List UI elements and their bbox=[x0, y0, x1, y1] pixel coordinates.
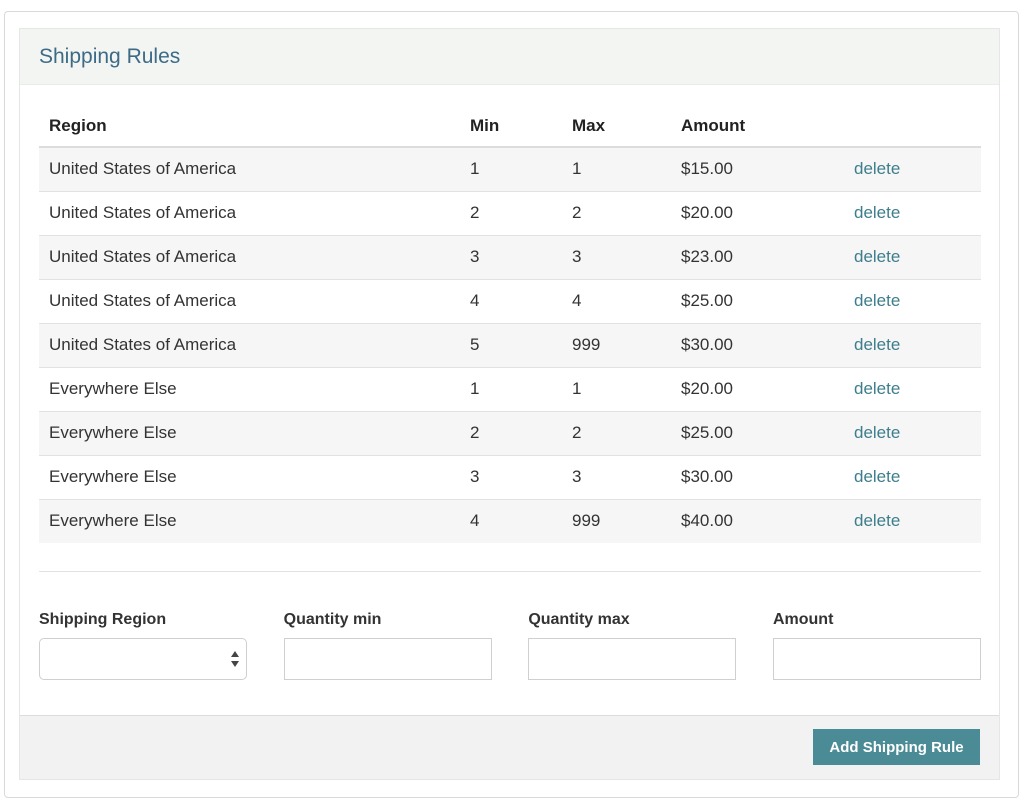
cell-region: United States of America bbox=[39, 278, 460, 323]
cell-amount: $25.00 bbox=[671, 410, 844, 455]
up-down-arrows-icon bbox=[230, 651, 239, 667]
quantity-min-input[interactable] bbox=[283, 638, 492, 680]
cell-min: 2 bbox=[460, 410, 562, 455]
cell-region: United States of America bbox=[39, 190, 460, 235]
header-amount: Amount bbox=[671, 107, 844, 148]
cell-min: 4 bbox=[460, 278, 562, 323]
cell-amount: $40.00 bbox=[671, 498, 844, 543]
delete-link[interactable]: delete bbox=[854, 159, 900, 178]
shipping-region-group: Shipping Region bbox=[39, 611, 247, 680]
cell-max: 3 bbox=[562, 454, 671, 499]
panel-footer: Add Shipping Rule bbox=[20, 715, 999, 779]
table-row: United States of America 2 2 $20.00 delete bbox=[39, 190, 981, 235]
cell-max: 999 bbox=[562, 322, 671, 367]
cell-amount: $15.00 bbox=[681, 159, 733, 179]
cell-amount: $23.00 bbox=[671, 234, 844, 279]
table-row: Everywhere Else 2 2 $25.00 delete bbox=[39, 410, 981, 455]
cell-actions: delete bbox=[844, 147, 981, 191]
header-actions bbox=[844, 107, 981, 148]
quantity-max-label: Quantity max bbox=[528, 611, 630, 628]
delete-link[interactable]: delete bbox=[854, 379, 900, 398]
cell-min: 5 bbox=[460, 322, 562, 367]
cell-amount: $25.00 bbox=[671, 278, 844, 323]
table-row: United States of America 5 999 $30.00 delete bbox=[39, 322, 981, 367]
panel-header: Shipping Rules bbox=[20, 29, 999, 85]
table-row: United States of America 4 4 $25.00 delete bbox=[39, 278, 981, 323]
cell-min: 4 bbox=[460, 498, 562, 543]
amount-input[interactable] bbox=[772, 638, 981, 680]
cell-min: 1 bbox=[460, 366, 562, 411]
table-row: Everywhere Else 1 1 $20.00 delete bbox=[39, 366, 981, 411]
cell-amount: $30.00 bbox=[671, 454, 844, 499]
cell-region: Everywhere Else bbox=[39, 410, 460, 455]
cell-max: 1 bbox=[562, 366, 671, 411]
divider bbox=[39, 571, 981, 572]
delete-link[interactable]: delete bbox=[854, 247, 900, 266]
add-rule-form: Shipping Region Quantity min Quantity ma… bbox=[39, 611, 981, 680]
shipping-rules-panel: Shipping Rules Region Min Max Amount Uni… bbox=[19, 28, 1000, 780]
cell-actions: delete bbox=[844, 322, 981, 367]
cell-actions: delete bbox=[844, 366, 981, 411]
cell-region: Everywhere Else bbox=[39, 454, 460, 499]
cell-max: 4 bbox=[562, 278, 671, 323]
quantity-max-input[interactable] bbox=[528, 638, 737, 680]
table-header-row: Region Min Max Amount bbox=[39, 107, 981, 148]
cell-actions: delete bbox=[844, 410, 981, 455]
quantity-min-group: Quantity min bbox=[283, 611, 492, 680]
cell-actions: delete bbox=[844, 234, 981, 279]
cell-max: 1 bbox=[572, 159, 582, 179]
cell-actions: delete bbox=[844, 498, 981, 543]
table-row: Everywhere Else 4 999 $40.00 delete bbox=[39, 498, 981, 543]
cell-actions: delete bbox=[844, 190, 981, 235]
cell-region: United States of America bbox=[39, 322, 460, 367]
delete-link[interactable]: delete bbox=[854, 467, 900, 486]
cell-region: Everywhere Else bbox=[39, 366, 460, 411]
table-row: Everywhere Else 3 3 $30.00 delete bbox=[39, 454, 981, 499]
cell-max: 2 bbox=[562, 410, 671, 455]
cell-max: 999 bbox=[562, 498, 671, 543]
delete-link[interactable]: delete bbox=[854, 335, 900, 354]
delete-link[interactable]: delete bbox=[854, 291, 900, 310]
header-region: Region bbox=[39, 107, 460, 148]
cell-min: 3 bbox=[460, 234, 562, 279]
header-min: Min bbox=[460, 107, 562, 148]
amount-label: Amount bbox=[772, 611, 834, 628]
shipping-rules-table: Region Min Max Amount United States of A… bbox=[39, 107, 981, 543]
panel-title: Shipping Rules bbox=[39, 44, 181, 68]
cell-region: Everywhere Else bbox=[39, 498, 460, 543]
quantity-min-label: Quantity min bbox=[283, 611, 382, 628]
quantity-max-group: Quantity max bbox=[528, 611, 737, 680]
cell-amount: $20.00 bbox=[671, 366, 844, 411]
cell-max: 2 bbox=[562, 190, 671, 235]
delete-link[interactable]: delete bbox=[854, 511, 900, 530]
cell-amount: $20.00 bbox=[671, 190, 844, 235]
amount-group: Amount bbox=[772, 611, 981, 680]
cell-actions: delete bbox=[844, 454, 981, 499]
add-shipping-rule-button[interactable]: Add Shipping Rule bbox=[813, 729, 980, 765]
cell-actions: delete bbox=[844, 278, 981, 323]
delete-link[interactable]: delete bbox=[854, 423, 900, 442]
delete-link[interactable]: delete bbox=[854, 203, 900, 222]
table-row: United States of America 3 3 $23.00 delete bbox=[39, 234, 981, 279]
cell-region: United States of America bbox=[39, 234, 460, 279]
cell-region: United States of America bbox=[49, 159, 237, 179]
header-max: Max bbox=[562, 107, 671, 148]
table-body: United States of America 1 1 $15.00 delete Un… bbox=[39, 147, 981, 543]
table-row: United States of America 1 1 $15.00 delete bbox=[39, 147, 981, 191]
cell-min: 2 bbox=[460, 190, 562, 235]
cell-max: 3 bbox=[562, 234, 671, 279]
cell-min: 1 bbox=[470, 159, 480, 179]
shipping-region-label: Shipping Region bbox=[39, 611, 167, 628]
cell-amount: $30.00 bbox=[671, 322, 844, 367]
shipping-region-select[interactable] bbox=[39, 638, 247, 680]
cell-min: 3 bbox=[460, 454, 562, 499]
